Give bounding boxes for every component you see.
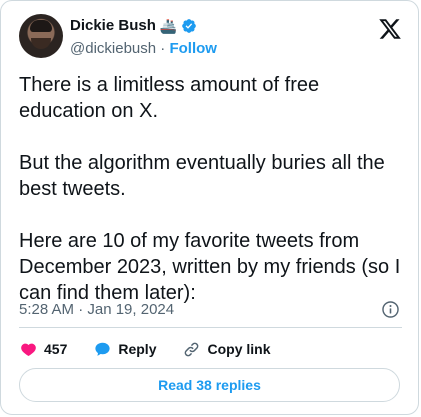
heart-icon [21,343,36,356]
read-replies-button[interactable]: Read 38 replies [19,368,400,402]
like-count: 457 [44,341,68,357]
handle-separator: · [160,40,166,57]
avatar[interactable] [19,14,63,58]
tweet-header: Dickie Bush 🚢 @dickiebush · Follow [19,13,402,61]
author-handle-row: @dickiebush · Follow [70,39,217,59]
info-icon[interactable] [381,300,400,319]
tweet-card: Dickie Bush 🚢 @dickiebush · Follow There… [0,0,419,415]
author-name-row: Dickie Bush 🚢 [70,16,197,36]
read-replies-label: Read 38 replies [158,377,261,393]
copy-link-button[interactable]: Copy link [182,340,271,359]
reply-label: Reply [118,341,157,357]
tweet-timestamp[interactable]: 5:28 AM · Jan 19, 2024 [19,300,174,320]
tweet-text: There is a limitless amount of free educ… [19,74,401,304]
reply-bubble-icon [95,342,110,356]
action-bar: 457 Reply Copy link [19,339,297,359]
follow-button[interactable]: Follow [169,40,217,57]
copy-link-label: Copy link [207,341,271,357]
verified-badge-icon [182,19,197,33]
ship-emoji: 🚢 [159,18,178,34]
reply-button[interactable]: Reply [93,340,156,359]
author-display-name[interactable]: Dickie Bush [70,16,156,36]
like-button[interactable]: 457 [19,340,67,359]
x-logo-icon[interactable] [378,17,402,41]
divider [19,327,402,328]
link-icon [185,342,199,356]
author-handle[interactable]: @dickiebush [70,40,156,57]
